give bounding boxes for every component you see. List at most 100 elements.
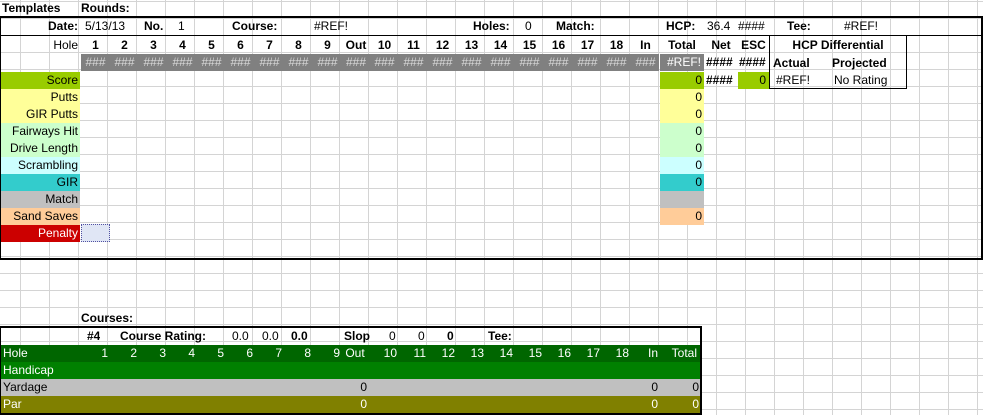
courses-title: Courses: bbox=[81, 311, 134, 325]
course-rating-3: 0.0 bbox=[291, 329, 308, 343]
course-hole-10: 10 bbox=[383, 346, 397, 360]
yardage-total: 0 bbox=[692, 380, 699, 394]
hole-header-14: 14 bbox=[493, 38, 508, 52]
score-esc-value: 0 bbox=[759, 73, 766, 87]
templates-label: Templates bbox=[2, 1, 61, 15]
border bbox=[0, 35, 983, 36]
stat-label-scrambling: Scrambling bbox=[17, 158, 78, 172]
course-hole-12: 12 bbox=[441, 346, 455, 360]
hole-header-9: 9 bbox=[324, 38, 331, 52]
course-hole-7: 7 bbox=[275, 346, 282, 360]
course-hole-4: 4 bbox=[188, 346, 195, 360]
hash-cell: ### bbox=[577, 55, 598, 69]
course-hole-11: 11 bbox=[413, 346, 426, 360]
hole-header-4: 4 bbox=[179, 38, 186, 52]
yardage-label: Yardage bbox=[3, 380, 48, 394]
hcp-actual-label: Actual bbox=[773, 56, 810, 70]
course-number[interactable]: #4 bbox=[87, 328, 100, 345]
hash-cell: ### bbox=[172, 55, 193, 69]
hcp-differential-title: HCP Differential bbox=[792, 38, 884, 52]
border bbox=[769, 36, 770, 89]
hash-cell: ### bbox=[201, 55, 222, 69]
hcp-actual-value: #REF! bbox=[776, 73, 811, 87]
hash-cell: ### bbox=[606, 55, 627, 69]
hole-header-total: Total bbox=[668, 38, 696, 52]
hole-header-10: 10 bbox=[377, 38, 392, 52]
hash-cell: ### bbox=[143, 55, 164, 69]
hash-cell: ### bbox=[259, 55, 280, 69]
holes-value[interactable]: 0 bbox=[525, 18, 532, 35]
border bbox=[0, 258, 983, 260]
stat-total-value: 0 bbox=[695, 124, 702, 138]
selected-cell[interactable] bbox=[81, 224, 110, 242]
hcp-label: HCP: bbox=[666, 19, 696, 33]
course-rating-2: 0.0 bbox=[262, 329, 279, 343]
hcp-value[interactable]: 36.4 bbox=[707, 18, 730, 35]
stat-label-sand-saves: Sand Saves bbox=[13, 209, 78, 223]
slope-label: Slop bbox=[344, 329, 370, 343]
hash-cell: ### bbox=[288, 55, 309, 69]
stat-label-penalty: Penalty bbox=[37, 226, 78, 240]
course-hole-17: 17 bbox=[586, 346, 600, 360]
stat-label-fairways-hit: Fairways Hit bbox=[11, 124, 78, 138]
stat-total-value: 0 bbox=[695, 209, 702, 223]
score-net-value: #### bbox=[706, 73, 733, 87]
net-hash: #### bbox=[706, 55, 733, 69]
hole-header-17: 17 bbox=[580, 38, 595, 52]
no-value[interactable]: 1 bbox=[178, 18, 185, 35]
border bbox=[0, 326, 1, 415]
tee-label: Tee: bbox=[787, 19, 811, 33]
border bbox=[700, 326, 702, 415]
par-label: Par bbox=[3, 397, 22, 411]
course-hole-5: 5 bbox=[217, 346, 224, 360]
course-label: Course: bbox=[232, 19, 278, 33]
hole-header-in: In bbox=[640, 38, 651, 52]
hole-header-2: 2 bbox=[121, 38, 128, 52]
match-label: Match: bbox=[556, 19, 595, 33]
hole-header-18: 18 bbox=[609, 38, 624, 52]
handicap-label: Handicap bbox=[3, 363, 54, 377]
slope-3: 0 bbox=[447, 329, 454, 343]
hash-cell: ### bbox=[230, 55, 251, 69]
hcp-projected-value: No Rating bbox=[834, 73, 888, 87]
stat-label-drive-length: Drive Length bbox=[9, 141, 78, 155]
course-hole-8: 8 bbox=[304, 346, 311, 360]
course-hole-15: 15 bbox=[528, 346, 542, 360]
stat-total-value: 0 bbox=[695, 158, 702, 172]
hole-header-5: 5 bbox=[208, 38, 215, 52]
hash-cell: ### bbox=[345, 55, 367, 69]
hash-cell: ### bbox=[432, 55, 453, 69]
slope-1: 0 bbox=[389, 329, 396, 343]
date-label: Date: bbox=[47, 19, 78, 33]
hole-label: Hole bbox=[53, 38, 78, 52]
stat-total-value: 0 bbox=[695, 90, 702, 104]
holes-label: Holes: bbox=[473, 19, 510, 33]
hash-cell: ### bbox=[461, 55, 482, 69]
tee-value[interactable]: #REF! bbox=[844, 18, 878, 35]
course-hole-out: Out bbox=[345, 346, 365, 360]
course-hole-3: 3 bbox=[159, 346, 166, 360]
stat-label-match: Match bbox=[45, 192, 78, 206]
slope-2: 0 bbox=[418, 329, 425, 343]
hcp-hash: #### bbox=[738, 19, 765, 33]
hole-header-16: 16 bbox=[551, 38, 566, 52]
hole-header-out: Out bbox=[345, 38, 367, 52]
yardage-in: 0 bbox=[651, 380, 658, 394]
hole-header-11: 11 bbox=[407, 38, 420, 52]
course-value[interactable]: #REF! bbox=[314, 18, 348, 35]
stat-label-putts: Putts bbox=[50, 90, 78, 104]
stat-label-gir: GIR bbox=[56, 175, 78, 189]
rounds-label: Rounds: bbox=[81, 1, 130, 15]
hole-header-net: Net bbox=[711, 38, 731, 52]
course-hole-2: 2 bbox=[130, 346, 137, 360]
par-total: 0 bbox=[692, 397, 699, 411]
course-hole-13: 13 bbox=[470, 346, 484, 360]
stat-total-value: 0 bbox=[695, 107, 702, 121]
hcp-projected-label: Projected bbox=[832, 56, 887, 70]
handicap-band bbox=[0, 362, 701, 379]
course-hole-total: Total bbox=[671, 346, 697, 360]
hash-cell: ### bbox=[317, 55, 338, 69]
hole-header-8: 8 bbox=[295, 38, 302, 52]
date-value[interactable]: 5/13/13 bbox=[85, 18, 125, 35]
hash-cell: ### bbox=[519, 55, 540, 69]
